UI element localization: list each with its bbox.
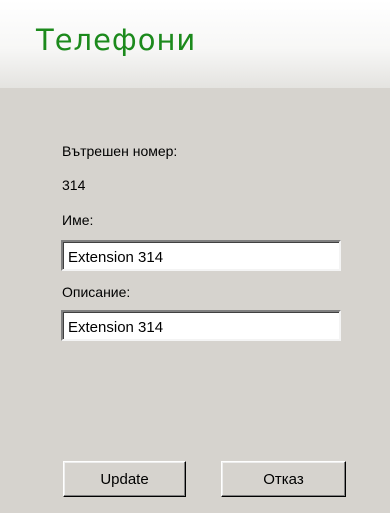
description-label: Описание: [62,284,131,300]
extension-label: Вътрешен номер: [62,143,178,159]
page-title: Телефони [36,23,197,57]
name-input[interactable] [61,240,341,271]
cancel-button[interactable]: Отказ [221,461,346,497]
description-input[interactable] [61,310,341,341]
extension-value: 314 [62,177,86,193]
update-button[interactable]: Update [63,461,186,497]
header: Телефони [0,0,390,88]
name-label: Име: [62,212,94,228]
